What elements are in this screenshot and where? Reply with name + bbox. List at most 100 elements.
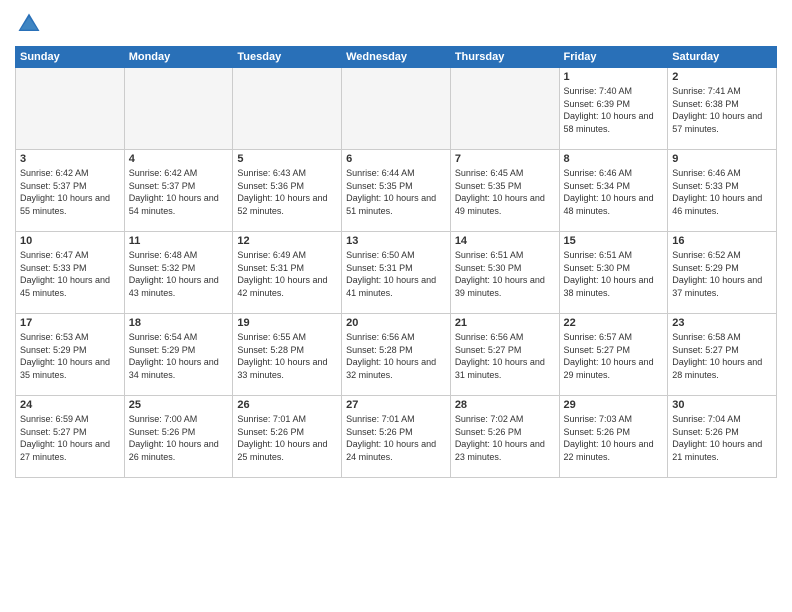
day-cell: 27 Sunrise: 7:01 AM Sunset: 5:26 PM Dayli…: [342, 396, 451, 478]
day-cell: 25 Sunrise: 7:00 AM Sunset: 5:26 PM Dayli…: [124, 396, 233, 478]
day-info: Sunrise: 6:46 AM Sunset: 5:34 PM Dayligh…: [564, 167, 664, 217]
day-cell: 21 Sunrise: 6:56 AM Sunset: 5:27 PM Dayli…: [450, 314, 559, 396]
day-info: Sunrise: 7:40 AM Sunset: 6:39 PM Dayligh…: [564, 85, 664, 135]
day-number: 15: [564, 235, 664, 247]
day-number: 2: [672, 71, 772, 83]
day-cell: 20 Sunrise: 6:56 AM Sunset: 5:28 PM Dayli…: [342, 314, 451, 396]
day-cell: 16Sunrise: 6:52 AM Sunset: 5:29 PM Dayli…: [668, 232, 777, 314]
day-cell: 6Sunrise: 6:44 AM Sunset: 5:35 PM Daylig…: [342, 150, 451, 232]
header-cell-saturday: Saturday: [668, 47, 777, 68]
day-info: Sunrise: 6:42 AM Sunset: 5:37 PM Dayligh…: [20, 167, 120, 217]
header-row: SundayMondayTuesdayWednesdayThursdayFrid…: [16, 47, 777, 68]
day-cell: 28 Sunrise: 7:02 AM Sunset: 5:26 PM Dayli…: [450, 396, 559, 478]
day-number: 27: [346, 399, 446, 411]
day-cell: 2Sunrise: 7:41 AM Sunset: 6:38 PM Daylig…: [668, 68, 777, 150]
day-info: Sunrise: 6:45 AM Sunset: 5:35 PM Dayligh…: [455, 167, 555, 217]
day-number: 28: [455, 399, 555, 411]
day-number: 8: [564, 153, 664, 165]
header-cell-friday: Friday: [559, 47, 668, 68]
day-info: Sunrise: 7:01 AM Sunset: 5:26 PM Dayligh…: [346, 413, 446, 463]
day-number: 12: [237, 235, 337, 247]
day-info: Sunrise: 6:43 AM Sunset: 5:36 PM Dayligh…: [237, 167, 337, 217]
day-number: 7: [455, 153, 555, 165]
day-cell: 3 Sunrise: 6:42 AM Sunset: 5:37 PM Daylig…: [16, 150, 125, 232]
day-number: 11: [129, 235, 229, 247]
day-cell: 18 Sunrise: 6:54 AM Sunset: 5:29 PM Dayli…: [124, 314, 233, 396]
day-info: Sunrise: 6:53 AM Sunset: 5:29 PM Dayligh…: [20, 331, 120, 381]
day-number: 26: [237, 399, 337, 411]
day-number: 22: [564, 317, 664, 329]
day-number: 17: [20, 317, 120, 329]
header-cell-monday: Monday: [124, 47, 233, 68]
day-cell: 12Sunrise: 6:49 AM Sunset: 5:31 PM Dayli…: [233, 232, 342, 314]
day-number: 19: [237, 317, 337, 329]
day-cell: 24Sunrise: 6:59 AM Sunset: 5:27 PM Dayli…: [16, 396, 125, 478]
day-cell: 4 Sunrise: 6:42 AM Sunset: 5:37 PM Daylig…: [124, 150, 233, 232]
header-cell-thursday: Thursday: [450, 47, 559, 68]
day-number: 23: [672, 317, 772, 329]
day-cell: [16, 68, 125, 150]
day-info: Sunrise: 7:03 AM Sunset: 5:26 PM Dayligh…: [564, 413, 664, 463]
day-cell: 26 Sunrise: 7:01 AM Sunset: 5:26 PM Dayli…: [233, 396, 342, 478]
day-number: 30: [672, 399, 772, 411]
week-row-4: 24Sunrise: 6:59 AM Sunset: 5:27 PM Dayli…: [16, 396, 777, 478]
day-info: Sunrise: 6:46 AM Sunset: 5:33 PM Dayligh…: [672, 167, 772, 217]
page-header: [15, 10, 777, 38]
day-cell: 17 Sunrise: 6:53 AM Sunset: 5:29 PM Dayli…: [16, 314, 125, 396]
day-cell: 7 Sunrise: 6:45 AM Sunset: 5:35 PM Daylig…: [450, 150, 559, 232]
day-info: Sunrise: 6:56 AM Sunset: 5:28 PM Dayligh…: [346, 331, 446, 381]
day-cell: 11 Sunrise: 6:48 AM Sunset: 5:32 PM Dayli…: [124, 232, 233, 314]
logo: [15, 10, 47, 38]
logo-icon: [15, 10, 43, 38]
day-number: 21: [455, 317, 555, 329]
day-number: 3: [20, 153, 120, 165]
week-row-2: 10 Sunrise: 6:47 AM Sunset: 5:33 PM Dayli…: [16, 232, 777, 314]
day-number: 5: [237, 153, 337, 165]
day-cell: [342, 68, 451, 150]
day-cell: [450, 68, 559, 150]
day-info: Sunrise: 7:00 AM Sunset: 5:26 PM Dayligh…: [129, 413, 229, 463]
calendar-table: SundayMondayTuesdayWednesdayThursdayFrid…: [15, 46, 777, 478]
day-info: Sunrise: 6:51 AM Sunset: 5:30 PM Dayligh…: [455, 249, 555, 299]
day-info: Sunrise: 6:50 AM Sunset: 5:31 PM Dayligh…: [346, 249, 446, 299]
day-cell: 8 Sunrise: 6:46 AM Sunset: 5:34 PM Daylig…: [559, 150, 668, 232]
day-number: 20: [346, 317, 446, 329]
header-cell-tuesday: Tuesday: [233, 47, 342, 68]
day-info: Sunrise: 6:47 AM Sunset: 5:33 PM Dayligh…: [20, 249, 120, 299]
day-info: Sunrise: 6:42 AM Sunset: 5:37 PM Dayligh…: [129, 167, 229, 217]
day-number: 18: [129, 317, 229, 329]
day-info: Sunrise: 6:48 AM Sunset: 5:32 PM Dayligh…: [129, 249, 229, 299]
day-info: Sunrise: 6:51 AM Sunset: 5:30 PM Dayligh…: [564, 249, 664, 299]
day-number: 29: [564, 399, 664, 411]
day-info: Sunrise: 6:58 AM Sunset: 5:27 PM Dayligh…: [672, 331, 772, 381]
day-number: 25: [129, 399, 229, 411]
day-info: Sunrise: 6:56 AM Sunset: 5:27 PM Dayligh…: [455, 331, 555, 381]
day-cell: 5 Sunrise: 6:43 AM Sunset: 5:36 PM Daylig…: [233, 150, 342, 232]
day-info: Sunrise: 7:04 AM Sunset: 5:26 PM Dayligh…: [672, 413, 772, 463]
day-info: Sunrise: 7:02 AM Sunset: 5:26 PM Dayligh…: [455, 413, 555, 463]
day-cell: 23 Sunrise: 6:58 AM Sunset: 5:27 PM Dayli…: [668, 314, 777, 396]
day-cell: 22 Sunrise: 6:57 AM Sunset: 5:27 PM Dayli…: [559, 314, 668, 396]
day-number: 1: [564, 71, 664, 83]
day-info: Sunrise: 7:01 AM Sunset: 5:26 PM Dayligh…: [237, 413, 337, 463]
week-row-3: 17 Sunrise: 6:53 AM Sunset: 5:29 PM Dayli…: [16, 314, 777, 396]
day-number: 4: [129, 153, 229, 165]
day-info: Sunrise: 6:54 AM Sunset: 5:29 PM Dayligh…: [129, 331, 229, 381]
day-number: 16: [672, 235, 772, 247]
day-number: 6: [346, 153, 446, 165]
day-number: 9: [672, 153, 772, 165]
day-number: 13: [346, 235, 446, 247]
day-cell: 13 Sunrise: 6:50 AM Sunset: 5:31 PM Dayli…: [342, 232, 451, 314]
day-number: 10: [20, 235, 120, 247]
day-number: 14: [455, 235, 555, 247]
day-cell: 19 Sunrise: 6:55 AM Sunset: 5:28 PM Dayli…: [233, 314, 342, 396]
header-cell-sunday: Sunday: [16, 47, 125, 68]
week-row-1: 3 Sunrise: 6:42 AM Sunset: 5:37 PM Daylig…: [16, 150, 777, 232]
day-cell: 15 Sunrise: 6:51 AM Sunset: 5:30 PM Dayli…: [559, 232, 668, 314]
day-cell: 29 Sunrise: 7:03 AM Sunset: 5:26 PM Dayli…: [559, 396, 668, 478]
day-cell: 30 Sunrise: 7:04 AM Sunset: 5:26 PM Dayli…: [668, 396, 777, 478]
day-cell: 1 Sunrise: 7:40 AM Sunset: 6:39 PM Daylig…: [559, 68, 668, 150]
day-cell: [233, 68, 342, 150]
day-info: Sunrise: 6:57 AM Sunset: 5:27 PM Dayligh…: [564, 331, 664, 381]
day-info: Sunrise: 6:55 AM Sunset: 5:28 PM Dayligh…: [237, 331, 337, 381]
